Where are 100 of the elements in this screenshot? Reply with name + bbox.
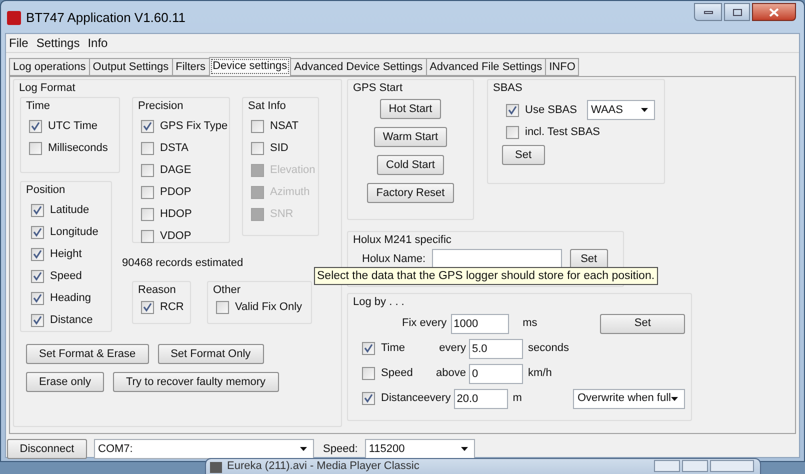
checkbox[interactable] <box>251 120 264 132</box>
tab[interactable]: Log operations <box>9 58 90 76</box>
minimize-button[interactable] <box>694 3 722 21</box>
checkbox[interactable] <box>362 392 375 405</box>
group-title: Other <box>213 283 242 298</box>
button[interactable]: Set <box>600 314 685 334</box>
checkbox[interactable] <box>141 120 154 132</box>
field-label: Holux Name: <box>362 252 426 267</box>
checkbox[interactable] <box>31 314 44 326</box>
tooltip: Select the data that the GPS logger should store for each position. <box>314 267 658 285</box>
caret-icon <box>671 396 678 400</box>
field-label: Speed: <box>323 442 358 457</box>
field-label: every <box>438 341 467 356</box>
button[interactable]: Set <box>570 249 608 269</box>
checkbox[interactable] <box>506 126 519 138</box>
checkbox-label: incl. Test SBAS <box>525 124 600 140</box>
checkbox[interactable] <box>251 142 264 154</box>
dropdown[interactable]: WAAS <box>586 100 655 120</box>
unit-label: km/h <box>528 366 553 382</box>
button[interactable]: Factory Reset <box>367 183 454 203</box>
dropdown[interactable]: 115200 <box>364 439 475 459</box>
input-field[interactable]: 5.0 <box>469 338 523 358</box>
field-label: above <box>435 366 467 382</box>
checkbox-label: RCR <box>160 300 184 315</box>
caret-icon <box>640 108 648 112</box>
checkbox-label: Valid Fix Only <box>235 300 302 315</box>
button[interactable]: Set Format Only <box>158 344 264 364</box>
group-title: Position <box>26 183 66 198</box>
group-title: Reason <box>138 283 177 298</box>
close-icon <box>769 8 779 16</box>
field-label: every <box>424 391 452 406</box>
app-icon <box>210 462 222 473</box>
menu-item[interactable]: Settings <box>36 34 80 52</box>
unit-label: seconds <box>528 341 570 356</box>
group-title: SBAS <box>493 81 524 96</box>
input-field[interactable]: 20.0 <box>454 388 508 408</box>
checkbox-label: NSAT <box>270 118 299 134</box>
menu-item[interactable]: Info <box>88 34 108 52</box>
checkbox[interactable] <box>29 120 42 132</box>
close-button[interactable] <box>752 3 796 21</box>
checkbox[interactable] <box>31 248 44 260</box>
checkbox-label: SID <box>270 140 288 156</box>
checkbox[interactable] <box>362 342 375 355</box>
app-icon <box>7 11 21 25</box>
input-field[interactable] <box>432 249 562 269</box>
tab[interactable]: Advanced Device Settings <box>290 58 427 76</box>
checkbox-label: Distance <box>381 391 424 406</box>
button[interactable]: Set Format & Erase <box>26 344 149 364</box>
unit-label: ms <box>522 316 538 332</box>
checkbox-label: DAGE <box>160 162 192 178</box>
tab[interactable]: Filters <box>172 58 210 76</box>
tab[interactable]: INFO <box>545 58 580 76</box>
button[interactable]: Disconnect <box>7 439 87 459</box>
checkbox-label: Milliseconds <box>48 140 108 156</box>
group-title: GPS Start <box>353 81 404 96</box>
checkbox[interactable] <box>141 186 154 198</box>
checkbox[interactable] <box>31 226 44 238</box>
menu-item[interactable]: File <box>9 34 28 52</box>
dropdown[interactable]: COM7: <box>94 439 314 459</box>
group-title: Precision <box>138 99 184 114</box>
checkbox[interactable] <box>31 292 44 304</box>
checkbox-label: Distance <box>50 312 93 328</box>
checkbox-label: UTC Time <box>48 118 98 134</box>
button[interactable]: Cold Start <box>377 155 444 175</box>
button[interactable]: Warm Start <box>374 127 448 147</box>
dropdown[interactable]: Overwrite when full <box>573 388 685 408</box>
maximize-button[interactable] <box>724 3 750 21</box>
group-title: Sat Info <box>248 99 287 114</box>
group-title: Log by . . . <box>353 295 406 310</box>
tab[interactable]: Device settings <box>208 57 292 76</box>
checkbox-label: VDOP <box>160 228 192 244</box>
checkbox[interactable] <box>216 300 229 314</box>
checkbox[interactable] <box>141 208 154 220</box>
input-field[interactable]: 0 <box>469 364 523 384</box>
checkbox[interactable] <box>29 142 42 154</box>
button[interactable]: Erase only <box>26 372 104 392</box>
checkbox[interactable] <box>141 300 154 314</box>
button[interactable]: Set <box>502 145 545 165</box>
checkbox-label: HDOP <box>160 206 192 222</box>
group-title: Time <box>26 99 52 114</box>
records-estimate: 90468 records estimated <box>122 256 244 271</box>
button[interactable]: Try to recover faulty memory <box>112 372 279 392</box>
checkbox[interactable] <box>506 104 519 116</box>
tab[interactable]: Advanced File Settings <box>426 58 546 76</box>
checkbox-label: Latitude <box>50 202 90 218</box>
button[interactable]: Hot Start <box>380 99 442 119</box>
checkbox-label: Azimuth <box>270 184 310 200</box>
checkbox[interactable] <box>31 270 44 282</box>
checkbox-label: DSTA <box>160 140 189 156</box>
input-field[interactable]: 1000 <box>450 314 509 334</box>
checkbox[interactable] <box>362 367 375 380</box>
checkbox[interactable] <box>141 164 154 176</box>
tab[interactable]: Output Settings <box>88 58 173 76</box>
checkbox[interactable] <box>141 142 154 154</box>
checkbox-label: SNR <box>270 206 294 222</box>
checkbox[interactable] <box>31 204 44 216</box>
checkbox[interactable] <box>141 230 154 242</box>
field-label: Fix every <box>402 316 447 332</box>
checkbox-label: Longitude <box>50 224 98 240</box>
window-title: BT747 Application V1.60.11 <box>26 9 186 28</box>
